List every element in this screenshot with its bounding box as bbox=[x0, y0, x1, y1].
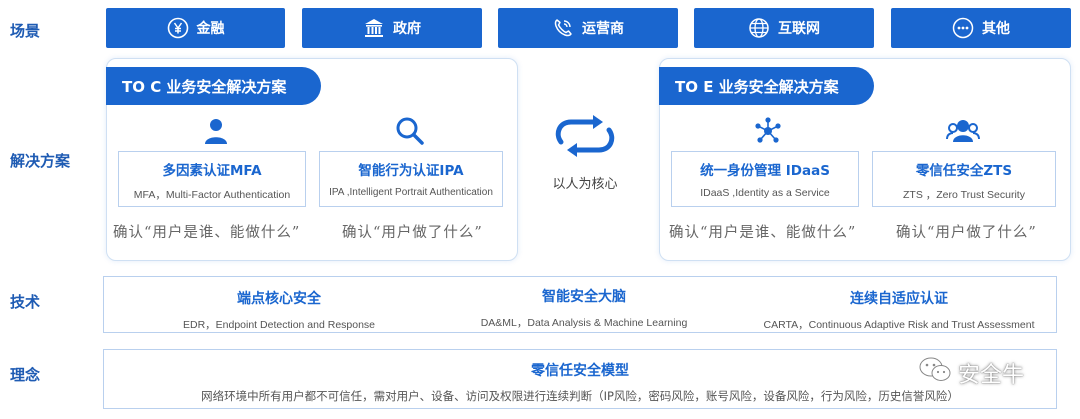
card-title: 零信任安全ZTS bbox=[915, 163, 1013, 179]
tech-daml: 智能安全大脑 DA&ML，Data Analysis & Machine Lea… bbox=[444, 277, 724, 330]
row-label-solution: 解决方案 bbox=[10, 152, 71, 170]
tech-subtitle: EDR，Endpoint Detection and Response bbox=[182, 319, 376, 331]
search-icon bbox=[392, 115, 428, 147]
tech-carta: 连续自适应认证 CARTA，Continuous Adaptive Risk a… bbox=[754, 277, 1044, 332]
core-people-centric: 以人为核心 bbox=[540, 112, 630, 192]
ipa-card[interactable]: 智能行为认证IPA IPA ,Intelligent Portrait Auth… bbox=[319, 151, 503, 207]
more-dots-icon bbox=[952, 17, 974, 39]
scenario-label: 金融 bbox=[196, 21, 225, 37]
card-subtitle: IPA ,Intelligent Portrait Authentication bbox=[329, 187, 493, 198]
core-label: 以人为核心 bbox=[552, 177, 618, 192]
scenario-internet-button[interactable]: 互联网 bbox=[694, 8, 874, 48]
yen-circle-icon bbox=[167, 17, 189, 39]
tech-subtitle: DA&ML，Data Analysis & Machine Learning bbox=[480, 317, 688, 329]
scenario-other-button[interactable]: 其他 bbox=[891, 8, 1071, 48]
row-label-technology: 技术 bbox=[10, 293, 41, 311]
cycle-arrows-icon bbox=[540, 112, 630, 165]
card-title: 多因素认证MFA bbox=[162, 163, 262, 179]
tech-edr: 端点核心安全 EDR，Endpoint Detection and Respon… bbox=[144, 277, 414, 332]
toe-solution-panel: TO E 业务安全解决方案 统一身份管理 IDaaS IDaaS ,Identi… bbox=[659, 58, 1071, 261]
toc-panel-title: TO C 业务安全解决方案 bbox=[106, 67, 321, 105]
row-label-concept: 理念 bbox=[10, 366, 41, 384]
government-building-icon bbox=[363, 17, 385, 39]
toe-confirm-who: 确认“用户是谁、能做什么” bbox=[669, 225, 857, 241]
concept-subtitle: 网络环境中所有用户都不可信任，需对用户、设备、访问及权限进行连续判断（IP风险，… bbox=[201, 389, 959, 403]
toe-confirm-what: 确认“用户做了什么” bbox=[896, 225, 1037, 241]
concept-title: 零信任安全模型 bbox=[531, 363, 629, 379]
tech-subtitle: CARTA，Continuous Adaptive Risk and Trust… bbox=[763, 319, 1035, 331]
tech-title: 智能安全大脑 bbox=[542, 289, 626, 305]
scenario-label: 运营商 bbox=[582, 21, 624, 37]
scenario-label: 互联网 bbox=[778, 21, 820, 37]
watermark-text: 安全牛 bbox=[958, 362, 1025, 388]
watermark: 安全牛 bbox=[918, 356, 1024, 389]
card-title: 统一身份管理 IDaaS bbox=[700, 163, 830, 179]
technology-box: 端点核心安全 EDR，Endpoint Detection and Respon… bbox=[103, 276, 1057, 333]
card-title: 智能行为认证IPA bbox=[358, 163, 464, 179]
card-subtitle: ZTS ，Zero Trust Security bbox=[903, 189, 1025, 201]
globe-icon bbox=[748, 17, 770, 39]
wechat-icon bbox=[918, 356, 952, 389]
tech-title: 端点核心安全 bbox=[237, 291, 321, 307]
phone-icon bbox=[552, 17, 574, 39]
card-subtitle: MFA，Multi-Factor Authentication bbox=[133, 189, 291, 201]
scenario-label: 政府 bbox=[393, 21, 421, 37]
toc-confirm-who: 确认“用户是谁、能做什么” bbox=[113, 225, 301, 241]
tech-title: 连续自适应认证 bbox=[850, 291, 948, 307]
scenario-label: 其他 bbox=[982, 21, 1010, 37]
row-label-scenario: 场景 bbox=[10, 22, 41, 40]
concept-box: 零信任安全模型 网络环境中所有用户都不可信任，需对用户、设备、访问及权限进行连续… bbox=[103, 349, 1057, 409]
card-subtitle: IDaaS ,Identity as a Service bbox=[700, 187, 830, 199]
toc-solution-panel: TO C 业务安全解决方案 多因素认证MFA MFA，Multi-Factor … bbox=[106, 58, 518, 261]
network-nodes-icon bbox=[750, 115, 786, 147]
idaas-card[interactable]: 统一身份管理 IDaaS IDaaS ,Identity as a Servic… bbox=[671, 151, 859, 207]
toe-panel-title: TO E 业务安全解决方案 bbox=[659, 67, 874, 105]
zts-card[interactable]: 零信任安全ZTS ZTS ，Zero Trust Security bbox=[872, 151, 1056, 207]
scenario-carrier-button[interactable]: 运营商 bbox=[498, 8, 678, 48]
toc-confirm-what: 确认“用户做了什么” bbox=[342, 225, 483, 241]
scenario-finance-button[interactable]: 金融 bbox=[106, 8, 285, 48]
user-icon bbox=[198, 115, 234, 147]
mfa-card[interactable]: 多因素认证MFA MFA，Multi-Factor Authentication bbox=[118, 151, 306, 207]
scenario-government-button[interactable]: 政府 bbox=[302, 8, 482, 48]
user-group-icon bbox=[945, 115, 981, 147]
